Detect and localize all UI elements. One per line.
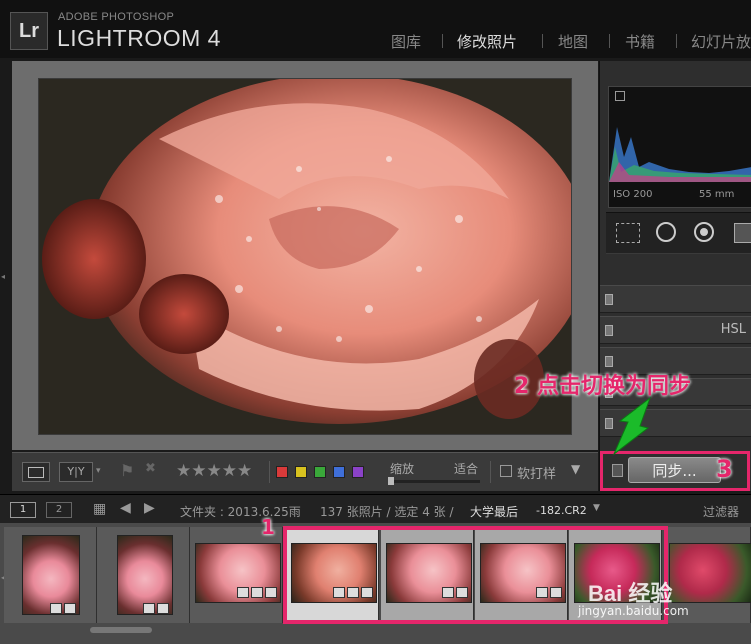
module-book[interactable]: 书籍 [625,31,655,52]
filmstrip-scrollbar[interactable] [90,627,152,633]
panel-basic[interactable] [600,285,751,313]
copy-badge-icon [143,603,155,614]
filename-prefix: 大学最后 [470,505,519,519]
filmstrip-info-bar: 1 2 ▦ ◀ ▶ 文件夹 : 2013.6.25雨 137 张照片 / 选定 … [0,494,751,523]
clipping-shadow-icon[interactable] [615,91,625,101]
flag-icon[interactable]: ⚑ [120,461,134,480]
brand-title: LIGHTROOM 4 [57,25,221,51]
brand-subtitle: ADOBE PHOTOSHOP [58,11,175,23]
filename-suffix: -182.CR2 [536,504,587,517]
before-after-button[interactable]: Y|Y [59,462,93,482]
zoom-slider-handle[interactable] [388,477,394,485]
module-separator [609,34,610,48]
reject-flag-icon[interactable]: ✖ [145,461,156,476]
label-purple[interactable] [352,466,364,478]
annotation-step1: 1 [261,515,275,539]
panel-toggle-icon[interactable] [605,294,613,305]
main-photo [38,78,572,435]
forward-arrow-icon[interactable]: ▶ [144,500,155,516]
toolbar-divider [490,461,491,483]
zoom-slider[interactable] [388,477,480,485]
toolbar-divider [269,461,270,483]
second-window-button[interactable]: 2 [46,502,72,518]
copy-badge-icon [237,587,249,598]
panel-toggle-icon[interactable] [605,356,613,367]
module-separator [442,34,443,48]
viewer-toolbar: Y|Y ▾ ⚑ ✖ ★★★★★ 缩放 适合 软打样 ▼ [12,452,598,491]
green-arrow-icon [612,396,652,456]
module-separator [542,34,543,48]
zoom-label: 缩放 [390,462,415,476]
label-yellow[interactable] [295,466,307,478]
crop-badge-icon [265,587,277,598]
panel-hsl[interactable]: HSL [600,316,751,344]
left-panel-toggle-icon[interactable]: ◂ [1,272,5,281]
filmstrip-thumb[interactable] [4,527,97,623]
toolbar-menu-chevron-icon[interactable]: ▼ [571,462,580,476]
spot-removal-icon[interactable] [656,222,676,242]
crop-tool-icon[interactable] [616,223,640,243]
module-separator [676,34,677,48]
loupe-view-icon[interactable] [22,462,50,482]
iso-label: ISO 200 [613,189,653,200]
fit-label: 适合 [454,462,479,476]
annotation-step2: 2 点击切换为同步 [514,374,691,399]
copy-badge-icon [50,603,62,614]
soft-proof-checkbox[interactable] [500,465,512,477]
label-blue[interactable] [333,466,345,478]
panel-toggle-icon[interactable] [605,325,613,336]
filename-chevron-icon[interactable]: ▼ [593,503,600,513]
star-rating[interactable]: ★★★★★ [176,461,252,481]
histogram-graph [609,127,751,182]
filmstrip-thumb[interactable] [190,527,283,623]
auto-sync-toggle[interactable] [612,464,623,477]
filter-label[interactable]: 过滤器 [703,503,739,520]
edited-badge-icon [251,587,263,598]
module-develop[interactable]: 修改照片 [457,31,517,52]
panel-hsl-label: HSL [720,322,746,337]
focal-length-label: 55 mm [699,189,735,200]
module-slideshow[interactable]: 幻灯片放 [691,31,751,52]
back-arrow-icon[interactable]: ◀ [120,500,131,516]
chevron-down-icon[interactable]: ▾ [96,466,101,476]
filmstrip-thumb[interactable] [97,527,190,623]
red-eye-icon[interactable] [694,222,714,242]
grid-view-icon[interactable]: ▦ [93,501,106,517]
edited-badge-icon [64,603,76,614]
label-green[interactable] [314,466,326,478]
rose-photo-illustration [39,79,571,434]
folder-text: 文件夹 : 2013.6.25雨 [180,505,301,519]
soft-proof-label: 软打样 [517,467,557,482]
lightroom-logo: Lr [10,12,48,50]
histogram: ISO 200 55 mm [608,86,751,208]
label-red[interactable] [276,466,288,478]
baidu-watermark-url: jingyan.baidu.com [578,604,689,618]
annotation-step3: 3 [716,455,733,483]
module-library[interactable]: 图库 [391,31,421,52]
graduated-filter-icon[interactable] [734,223,751,243]
photo-count-text: 137 张照片 / 选定 4 张 / [320,505,454,519]
develop-tools-row [606,212,751,254]
sync-button[interactable]: 同步... [628,457,721,483]
main-window-button[interactable]: 1 [10,502,36,518]
module-map[interactable]: 地图 [558,31,588,52]
edited-badge-icon [157,603,169,614]
